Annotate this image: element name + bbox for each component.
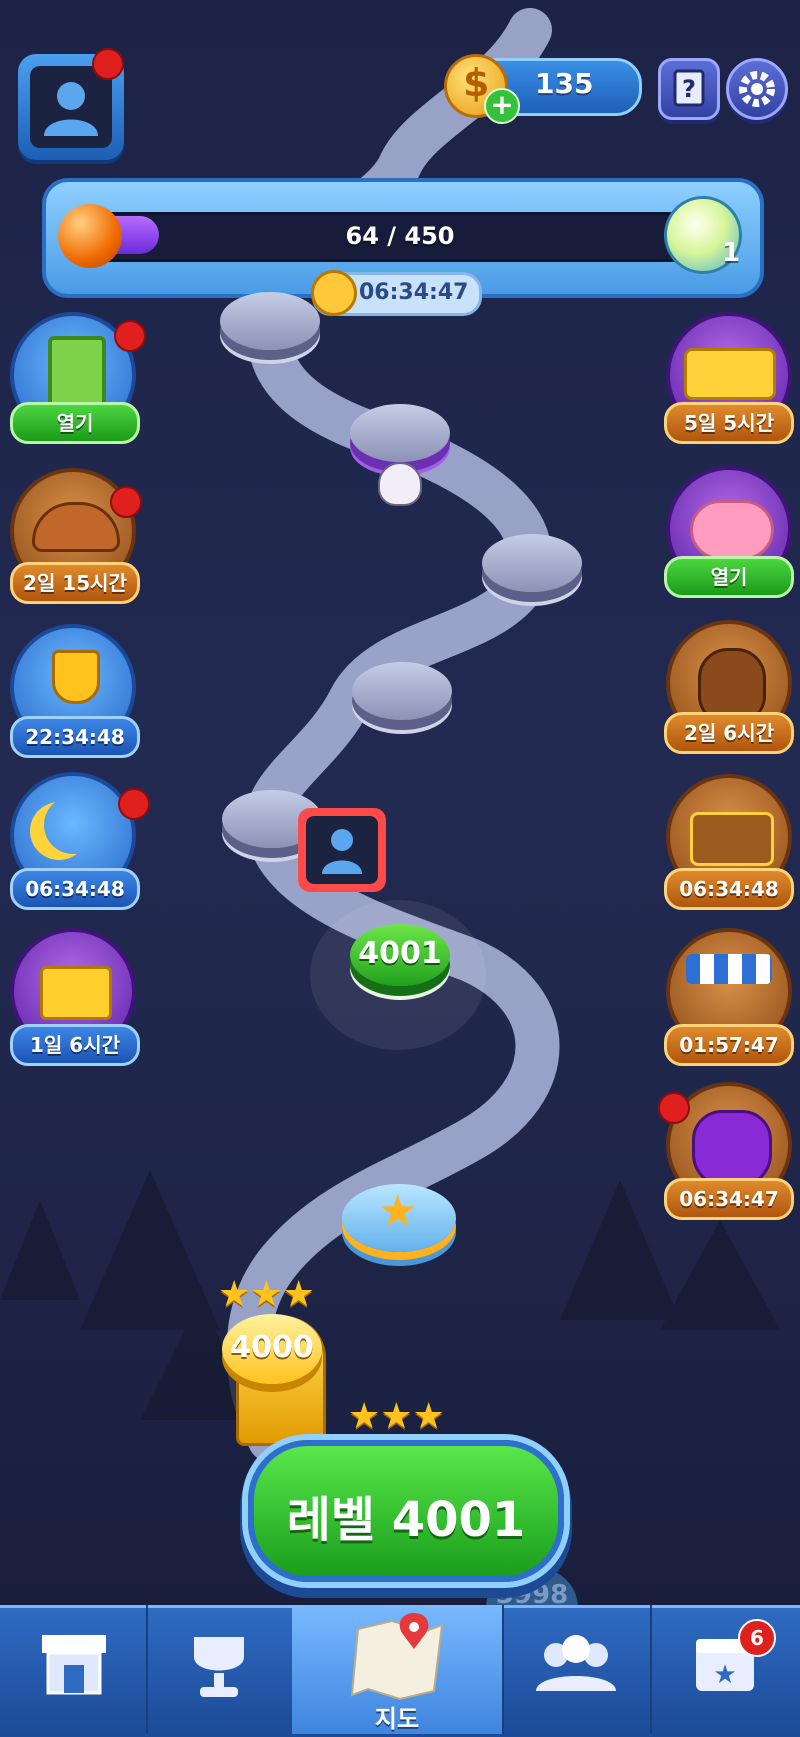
clipboard-icon (48, 336, 106, 408)
level-node-upper (220, 292, 320, 350)
event-badge (118, 788, 150, 820)
profile-notification-badge (92, 48, 124, 80)
star-bonus-node: ★ (342, 1184, 456, 1252)
cowboy-hat-icon (32, 502, 120, 552)
gear-icon (739, 71, 775, 107)
play-level-button[interactable]: 레벨 4001 (248, 1440, 564, 1582)
lower-level-number: 3998 (495, 1580, 569, 1608)
trophy-icon (194, 1637, 244, 1697)
user-avatar-icon (44, 82, 98, 136)
nav-team[interactable] (502, 1605, 652, 1734)
event-label: 2일 15시간 (10, 562, 140, 604)
event-label: 01:57:47 (664, 1024, 794, 1066)
user-avatar-icon (322, 829, 362, 874)
nav-events[interactable]: ★ 6 (650, 1605, 800, 1734)
level-node (482, 534, 582, 592)
market-stall-icon (686, 954, 772, 984)
current-level-node[interactable]: 4001 (350, 924, 450, 986)
nav-map-label: 지도 (374, 1705, 420, 1733)
purple-coin-bag-icon (692, 1110, 772, 1188)
trophy-icon (52, 650, 100, 704)
svg-text:★: ★ (713, 1660, 736, 1690)
nav-map[interactable]: 지도 (292, 1605, 504, 1734)
shop-icon (42, 1635, 106, 1695)
coin-count: 135 (535, 67, 594, 100)
event-label: 1일 6시간 (10, 1024, 140, 1066)
progress-timer: 06:34:47 (311, 270, 482, 316)
play-level-label: 레벨 4001 (286, 1492, 526, 1548)
level-node (352, 662, 452, 720)
event-label: 22:34:48 (10, 716, 140, 758)
treasure-chest-icon (690, 812, 774, 866)
settings-button[interactable] (726, 58, 788, 120)
event-badge (114, 320, 146, 352)
add-coins-button[interactable]: + (484, 88, 520, 124)
player-marker (298, 808, 386, 892)
reward-count: 1 (722, 238, 741, 268)
event-badge (110, 486, 142, 518)
help-button[interactable]: ? (658, 58, 720, 120)
progress-text: 64 / 450 (345, 222, 455, 250)
gift-box-icon (40, 966, 112, 1020)
question-book-icon: ? (673, 69, 705, 107)
team-icon (536, 1635, 616, 1691)
timer-text: 06:34:47 (359, 280, 469, 305)
nav-events-badge: 6 (738, 1619, 776, 1657)
nav-trophy[interactable] (146, 1605, 294, 1734)
current-level-number: 4001 (358, 936, 442, 971)
golden-ticket-icon (684, 348, 776, 400)
svg-text:?: ? (682, 75, 696, 103)
event-label: 열기 (10, 402, 140, 444)
event-badge (658, 1092, 690, 1124)
event-label: 5일 5시간 (664, 402, 794, 444)
next-level-stars: ★★★ (348, 1396, 445, 1437)
calendar-star-icon: ★ (696, 1639, 754, 1691)
event-label: 06:34:47 (664, 1178, 794, 1220)
star-icon: ★ (378, 1186, 418, 1237)
skull-icon (378, 462, 422, 506)
level-node-boss (350, 404, 450, 462)
piggy-bank-icon (690, 500, 774, 560)
orange-orb-icon (58, 204, 122, 268)
completed-level-node: 4000 (222, 1314, 322, 1384)
event-label: 열기 (664, 556, 794, 598)
event-label: 06:34:48 (664, 868, 794, 910)
clock-icon (311, 270, 357, 316)
completed-level-number: 4000 (230, 1330, 314, 1365)
completed-level-stars: ★★★ (218, 1274, 315, 1315)
event-label: 2일 6시간 (664, 712, 794, 754)
moon-icon (44, 796, 102, 854)
nav-shop[interactable] (0, 1605, 148, 1734)
event-label: 06:34:48 (10, 868, 140, 910)
